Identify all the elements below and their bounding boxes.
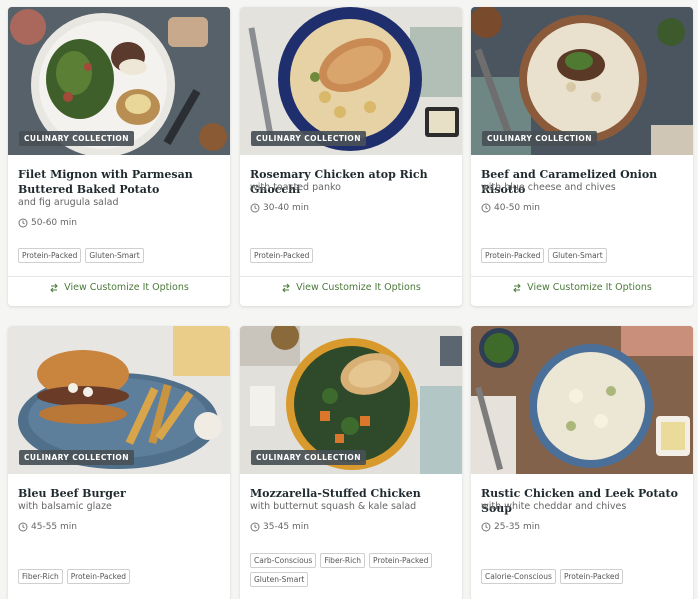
culinary-collection-badge: CULINARY COLLECTION: [19, 131, 134, 146]
recipe-subtitle: with blue cheese and chives: [481, 182, 616, 193]
diet-tag: Protein-Packed: [66, 569, 131, 584]
cook-time: 30-40 min: [250, 203, 309, 213]
recipe-title[interactable]: Mozzarella-Stuffed Chicken: [250, 486, 455, 501]
recipe-subtitle: with white cheddar and chives: [481, 501, 627, 512]
recipe-card[interactable]: CULINARY COLLECTION Filet Mignon with Pa…: [8, 7, 230, 306]
cook-time: 40-50 min: [481, 203, 540, 213]
clock-icon: [18, 522, 28, 532]
cook-time-label: 35-45 min: [263, 522, 309, 532]
divider: [471, 276, 693, 277]
divider: [8, 276, 230, 277]
recipe-card[interactable]: Rustic Chicken and Leek Potato Soup with…: [471, 326, 693, 599]
recipe-title[interactable]: Filet Mignon with Parmesan Buttered Bake…: [18, 167, 223, 197]
tag-list: Carb-Conscious Fiber-Rich Protein-Packed…: [250, 553, 455, 587]
diet-tag: Gluten-Smart: [85, 248, 144, 263]
clock-icon: [18, 218, 28, 228]
diet-tag: Gluten-Smart: [548, 248, 607, 263]
diet-tag: Fiber-Rich: [320, 553, 366, 568]
cook-time: 25-35 min: [481, 522, 540, 532]
diet-tag: Protein-Packed: [481, 248, 545, 263]
recipe-card[interactable]: CULINARY COLLECTION Rosemary Chicken ato…: [240, 7, 462, 306]
culinary-collection-badge: CULINARY COLLECTION: [482, 131, 597, 146]
clock-icon: [481, 203, 491, 213]
customize-link-label: View Customize It Options: [64, 282, 189, 293]
recipe-card[interactable]: CULINARY COLLECTION Mozzarella-Stuffed C…: [240, 326, 462, 599]
cook-time: 35-45 min: [250, 522, 309, 532]
swap-arrows-icon: [282, 283, 290, 292]
cook-time-label: 40-50 min: [494, 203, 540, 213]
culinary-collection-badge: CULINARY COLLECTION: [251, 450, 366, 465]
cook-time-label: 25-35 min: [494, 522, 540, 532]
tag-list: Protein-Packed Gluten-Smart: [481, 248, 686, 263]
diet-tag: Carb-Conscious: [250, 553, 317, 568]
tag-list: Calorie-Conscious Protein-Packed: [481, 569, 686, 584]
diet-tag: Protein-Packed: [18, 248, 82, 263]
cook-time-label: 45-55 min: [31, 522, 77, 532]
diet-tag: Protein-Packed: [369, 553, 433, 568]
diet-tag: Protein-Packed: [250, 248, 314, 263]
tag-list: Protein-Packed Gluten-Smart: [18, 248, 223, 263]
divider: [240, 276, 462, 277]
view-customize-options-link[interactable]: View Customize It Options: [8, 282, 230, 293]
cook-time-label: 50-60 min: [31, 218, 77, 228]
clock-icon: [250, 522, 260, 532]
recipe-photo[interactable]: [471, 326, 693, 474]
clock-icon: [481, 522, 491, 532]
recipe-title[interactable]: Bleu Beef Burger: [18, 486, 223, 501]
cook-time-label: 30-40 min: [263, 203, 309, 213]
culinary-collection-badge: CULINARY COLLECTION: [19, 450, 134, 465]
recipe-card[interactable]: CULINARY COLLECTION Beef and Caramelized…: [471, 7, 693, 306]
swap-arrows-icon: [513, 283, 521, 292]
recipe-subtitle: with balsamic glaze: [18, 501, 112, 512]
recipe-subtitle: with butternut squash & kale salad: [250, 501, 417, 512]
culinary-collection-badge: CULINARY COLLECTION: [251, 131, 366, 146]
diet-tag: Calorie-Conscious: [481, 569, 556, 584]
diet-tag: Protein-Packed: [559, 569, 624, 584]
tag-list: Fiber-Rich Protein-Packed: [18, 569, 223, 584]
view-customize-options-link[interactable]: View Customize It Options: [240, 282, 462, 293]
customize-link-label: View Customize It Options: [296, 282, 421, 293]
cook-time: 45-55 min: [18, 522, 77, 532]
swap-arrows-icon: [50, 283, 58, 292]
recipe-subtitle: with toasted panko: [250, 182, 341, 193]
clock-icon: [250, 203, 260, 213]
cook-time: 50-60 min: [18, 218, 77, 228]
view-customize-options-link[interactable]: View Customize It Options: [471, 282, 693, 293]
recipe-card[interactable]: CULINARY COLLECTION Bleu Beef Burger wit…: [8, 326, 230, 599]
tag-list: Protein-Packed: [250, 248, 455, 263]
customize-link-label: View Customize It Options: [527, 282, 652, 293]
diet-tag: Fiber-Rich: [18, 569, 63, 584]
recipe-subtitle: and fig arugula salad: [18, 197, 119, 208]
diet-tag: Gluten-Smart: [250, 572, 309, 587]
